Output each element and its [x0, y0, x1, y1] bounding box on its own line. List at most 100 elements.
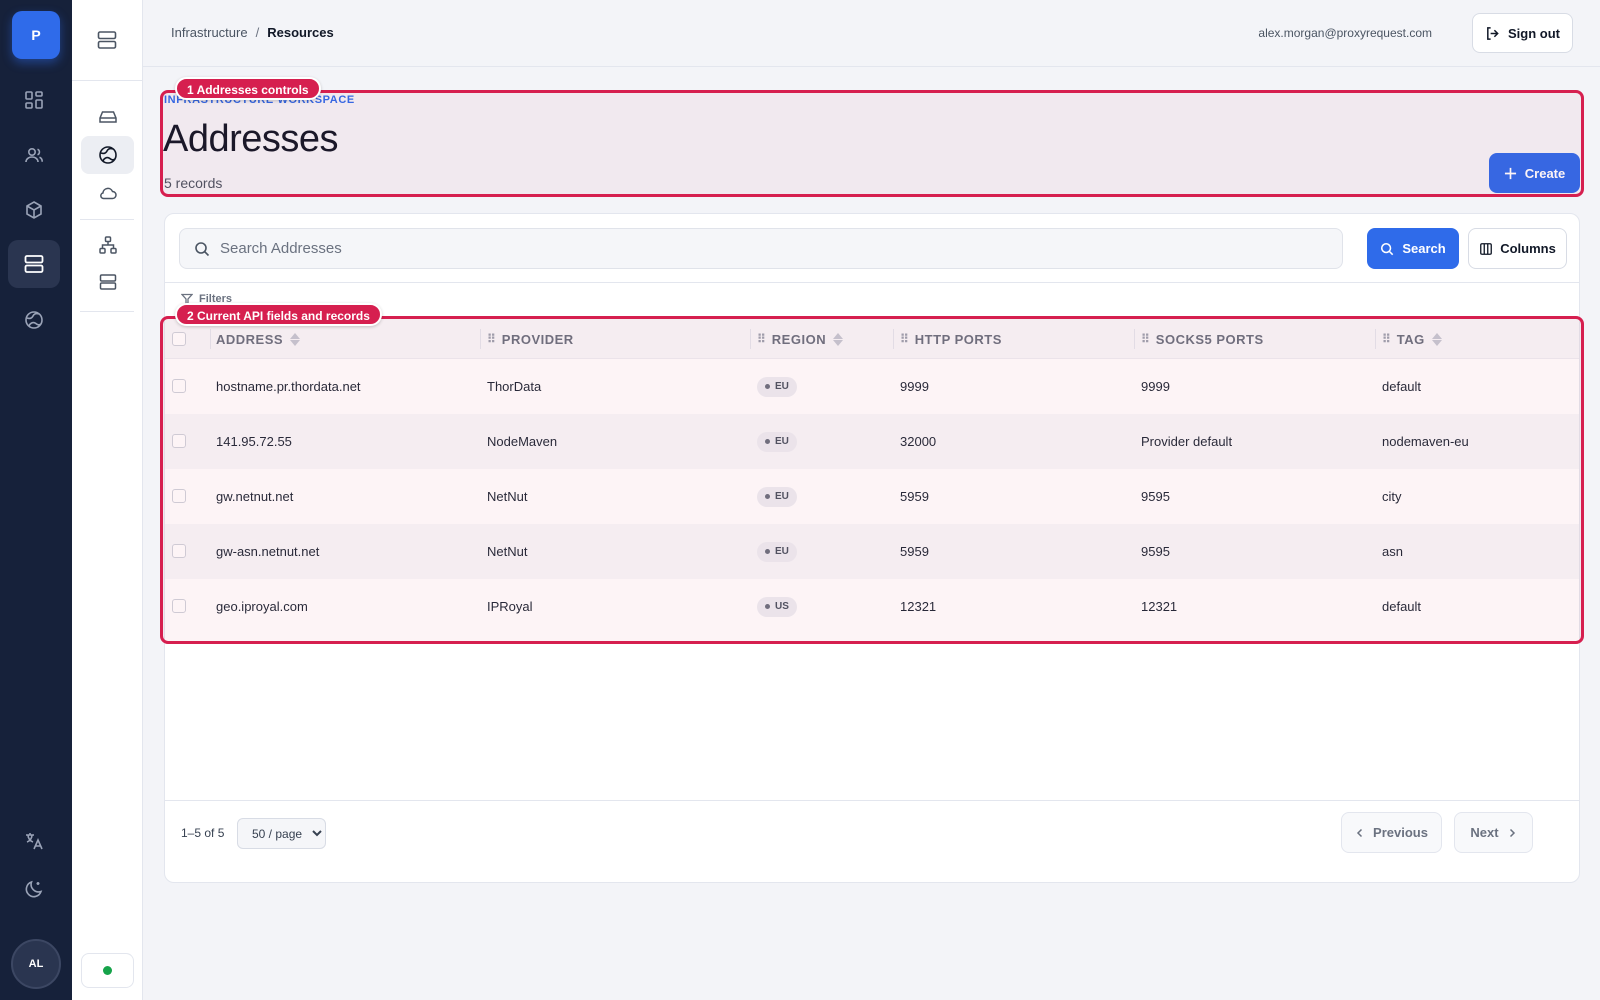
columns-icon — [1480, 242, 1493, 255]
page-title: Addresses — [163, 118, 339, 160]
cell-tag: asn — [1382, 544, 1403, 559]
breadcrumb-resources: Resources — [267, 25, 334, 40]
sign-out-label: Sign out — [1508, 25, 1560, 41]
column-region[interactable]: ⠿ REGION — [757, 319, 844, 359]
server-icon — [99, 274, 116, 290]
search-field[interactable] — [179, 228, 1343, 269]
subnav-drives[interactable] — [81, 98, 134, 136]
cell-http-ports: 5959 — [900, 489, 929, 504]
sort-icon[interactable] — [833, 332, 844, 346]
annotation-label-controls: 1 Addresses controls — [175, 77, 321, 100]
subnav-addresses[interactable] — [81, 136, 134, 174]
pagination-range: 1–5 of 5 — [181, 826, 225, 840]
next-label: Next — [1470, 825, 1499, 840]
cell-http-ports: 9999 — [900, 379, 929, 394]
language-button[interactable] — [8, 817, 60, 865]
top-bar: Infrastructure / Resources alex.morgan@pro… — [143, 0, 1600, 67]
cell-socks5-ports: 9595 — [1141, 489, 1170, 504]
subnav-cloud[interactable] — [81, 174, 134, 212]
network-icon — [98, 236, 117, 254]
users-icon — [25, 147, 43, 163]
previous-label: Previous — [1373, 825, 1428, 840]
logout-icon — [1487, 26, 1499, 40]
column-socks5-ports[interactable]: ⠿ SOCKS5 PORTS — [1141, 319, 1264, 359]
theme-toggle-button[interactable] — [8, 865, 60, 913]
cell-region: EU — [757, 469, 797, 524]
next-page-button[interactable]: Next — [1454, 812, 1533, 853]
row-checkbox[interactable] — [172, 544, 186, 558]
table-row[interactable]: hostname.pr.thordata.net ThorData EU 999… — [165, 359, 1579, 414]
divider — [165, 282, 1579, 283]
per-page-select[interactable]: 50 / page — [237, 818, 326, 849]
network-nav-button[interactable] — [8, 296, 60, 344]
cell-socks5-ports: 9595 — [1141, 544, 1170, 559]
drag-handle-icon[interactable]: ⠿ — [1141, 332, 1150, 346]
app-logo[interactable]: P — [12, 11, 60, 59]
cell-socks5-ports: 12321 — [1141, 599, 1178, 614]
region-badge: EU — [757, 541, 797, 562]
subnav-network[interactable] — [81, 226, 134, 264]
cell-http-ports: 12321 — [900, 599, 937, 614]
row-checkbox[interactable] — [172, 599, 186, 613]
cell-region: EU — [757, 414, 797, 469]
region-badge: EU — [757, 486, 797, 507]
annotation-box-controls — [160, 90, 1584, 197]
cloud-icon — [99, 187, 117, 200]
cell-address: geo.iproyal.com — [216, 599, 308, 614]
packages-nav-button[interactable] — [8, 186, 60, 234]
users-nav-button[interactable] — [8, 131, 60, 179]
search-button[interactable]: Search — [1367, 228, 1459, 269]
create-label: Create — [1524, 165, 1566, 181]
user-avatar[interactable]: AL — [11, 939, 61, 989]
select-all-checkbox[interactable] — [172, 332, 186, 346]
column-http-ports[interactable]: ⠿ HTTP PORTS — [900, 319, 1002, 359]
cell-region: EU — [757, 359, 797, 414]
search-input[interactable] — [220, 240, 1320, 257]
sort-icon[interactable] — [290, 332, 301, 346]
region-badge: US — [757, 596, 797, 617]
cell-provider: NodeMaven — [487, 434, 558, 449]
row-checkbox[interactable] — [172, 379, 186, 393]
dashboard-nav-button[interactable] — [8, 76, 60, 124]
divider — [80, 219, 134, 220]
package-icon — [26, 201, 42, 219]
cell-provider: NetNut — [487, 489, 528, 504]
record-count: 5 records — [164, 175, 223, 191]
previous-page-button[interactable]: Previous — [1341, 812, 1442, 853]
primary-rail: P AL — [0, 0, 72, 1000]
drag-handle-icon[interactable]: ⠿ — [487, 332, 496, 346]
drag-handle-icon[interactable]: ⠿ — [900, 332, 909, 346]
column-provider[interactable]: ⠿ PROVIDER — [487, 319, 574, 359]
server-stack-icon — [97, 31, 117, 49]
cell-region: EU — [757, 524, 797, 579]
chevron-left-icon — [1356, 828, 1363, 837]
column-tag[interactable]: ⠿ TAG — [1382, 319, 1442, 359]
region-badge: EU — [757, 431, 797, 452]
infrastructure-nav-button[interactable] — [8, 240, 60, 288]
server-icon — [24, 255, 44, 273]
breadcrumb-infrastructure[interactable]: Infrastructure — [171, 25, 248, 40]
sign-out-button[interactable]: Sign out — [1472, 13, 1573, 53]
columns-label: Columns — [1500, 241, 1556, 256]
table-row[interactable]: 141.95.72.55 NodeMaven EU 32000 Provider… — [165, 414, 1579, 469]
subnav-servers[interactable] — [81, 263, 134, 301]
cell-http-ports: 32000 — [900, 434, 937, 449]
cell-provider: IPRoyal — [487, 599, 533, 614]
row-checkbox[interactable] — [172, 489, 186, 503]
columns-button[interactable]: Columns — [1468, 228, 1567, 269]
row-checkbox[interactable] — [172, 434, 186, 448]
globe-icon — [25, 311, 43, 329]
drag-handle-icon[interactable]: ⠿ — [757, 332, 766, 346]
table-row[interactable]: gw.netnut.net NetNut EU 5959 9595 city — [165, 469, 1579, 524]
search-icon — [195, 241, 210, 256]
annotation-label-records: 2 Current API fields and records — [175, 303, 382, 326]
cell-tag: default — [1382, 379, 1422, 394]
create-button[interactable]: Create — [1489, 153, 1580, 193]
table-row[interactable]: geo.iproyal.com IPRoyal US 12321 12321 d… — [165, 579, 1579, 634]
drag-handle-icon[interactable]: ⠿ — [1382, 332, 1391, 346]
table-header: ADDRESS ⠿ PROVIDER ⠿ REGION ⠿ HTTP PORTS ⠿ S… — [165, 319, 1579, 359]
sort-icon[interactable] — [1431, 332, 1442, 346]
dashboard-icon — [25, 91, 43, 109]
connection-status — [81, 953, 134, 988]
table-row[interactable]: gw-asn.netnut.net NetNut EU 5959 9595 as… — [165, 524, 1579, 579]
